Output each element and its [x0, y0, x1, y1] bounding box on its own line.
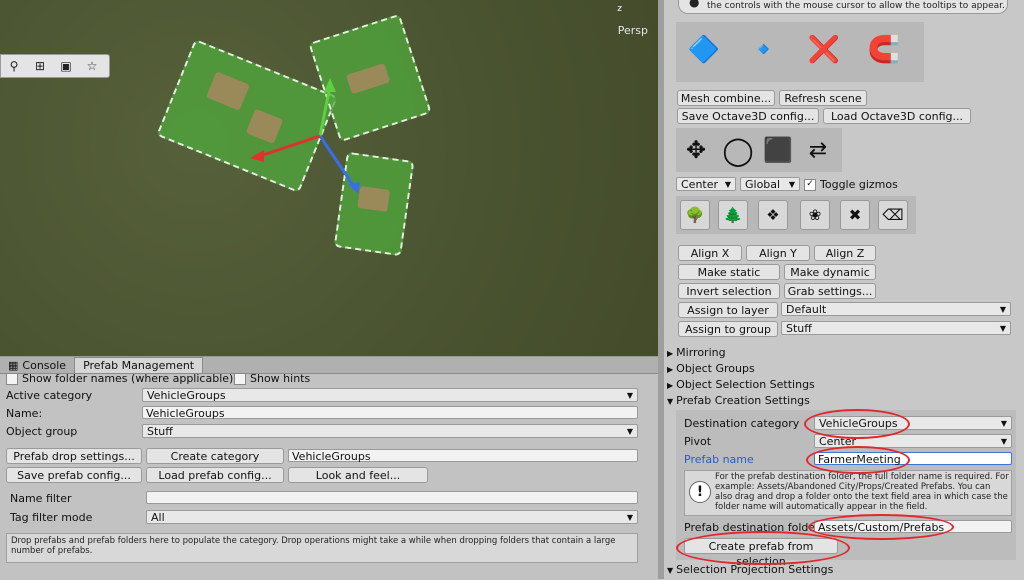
- triangle-right-icon: ▶: [667, 365, 674, 374]
- dropdown-arrow-icon: ▼: [788, 180, 795, 189]
- group-dropdown[interactable]: Stuff ▼: [781, 321, 1011, 335]
- camera-icon[interactable]: ▣: [53, 59, 79, 73]
- active-category-dropdown[interactable]: VehicleGroups ▼: [142, 388, 638, 402]
- invert-selection-button[interactable]: Invert selection: [678, 283, 780, 299]
- destination-category-label: Destination category: [684, 417, 800, 430]
- show-hints-toggle[interactable]: Show hints: [234, 372, 310, 385]
- look-and-feel-button[interactable]: Look and feel...: [288, 467, 428, 483]
- move-icon[interactable]: ✥: [676, 130, 716, 170]
- layer-dropdown[interactable]: Default ▼: [781, 302, 1011, 316]
- pivot-label: Pivot: [684, 435, 712, 448]
- folder-help-box: ! For the prefab destination folder, the…: [684, 470, 1012, 516]
- magnifier-icon[interactable]: ⚲: [1, 59, 27, 73]
- folder-help-text: For the prefab destination folder, the f…: [715, 472, 1009, 512]
- active-category-label: Active category: [6, 389, 93, 402]
- prefab-name-label: Prefab name: [684, 453, 754, 466]
- create-prefab-button[interactable]: Create prefab from selection: [684, 538, 838, 568]
- show-folder-names-toggle[interactable]: Show folder names (where applicable): [6, 372, 233, 385]
- align-z-button[interactable]: Align Z: [814, 245, 876, 261]
- triangle-right-icon: ▶: [667, 349, 674, 358]
- tab-console[interactable]: ▦ Console: [0, 357, 74, 373]
- tree-select-icon[interactable]: 🌲: [718, 200, 748, 230]
- decor-select-icon[interactable]: ❀: [800, 200, 830, 230]
- transform-icon[interactable]: ⇄: [798, 130, 838, 170]
- name-filter-field[interactable]: [146, 491, 638, 504]
- mesh-combine-button[interactable]: Mesh combine...: [677, 90, 775, 106]
- load-octave3d-config-button[interactable]: Load Octave3D config...: [823, 108, 971, 124]
- dropdown-arrow-icon: ▼: [1000, 437, 1007, 446]
- align-y-button[interactable]: Align Y: [746, 245, 810, 261]
- move-gizmo[interactable]: [240, 76, 370, 196]
- triangle-down-icon: ▼: [667, 397, 674, 406]
- destination-category-dropdown[interactable]: VehicleGroups ▼: [814, 416, 1012, 430]
- make-static-button[interactable]: Make static: [678, 264, 780, 280]
- checkbox-checked[interactable]: ✓: [804, 179, 816, 191]
- foldout-mirroring[interactable]: ▶ Mirroring: [667, 346, 726, 359]
- refresh-scene-button[interactable]: Refresh scene: [779, 90, 867, 106]
- decor-erase-icon[interactable]: ✖: [840, 200, 870, 230]
- foldout-selection-projection-settings[interactable]: ▼ Selection Projection Settings: [667, 563, 833, 576]
- toggle-gizmos-toggle[interactable]: ✓ Toggle gizmos: [804, 178, 898, 191]
- grab-settings-button[interactable]: Grab settings...: [784, 283, 876, 299]
- save-octave3d-config-button[interactable]: Save Octave3D config...: [677, 108, 819, 124]
- save-prefab-config-button[interactable]: Save prefab config...: [6, 467, 142, 483]
- dropdown-arrow-icon: ▼: [626, 513, 633, 522]
- triangle-down-icon: ▼: [667, 566, 674, 575]
- dropdown-arrow-icon: ▼: [999, 305, 1006, 314]
- prefab-destination-field[interactable]: Assets/Custom/Prefabs: [814, 520, 1012, 534]
- prefab-destination-label: Prefab destination folder: [684, 521, 820, 534]
- object-erase-icon[interactable]: ❌: [804, 30, 844, 70]
- tooltip-hint: ● the controls with the mouse cursor to …: [678, 0, 1008, 14]
- checkbox[interactable]: [6, 373, 18, 385]
- tag-filter-label: Tag filter mode: [10, 511, 93, 524]
- object-selection-icon[interactable]: 🔹: [744, 30, 784, 70]
- console-icon: ▦: [8, 358, 19, 372]
- eraser-icon[interactable]: ⌫: [878, 200, 908, 230]
- dropdown-arrow-icon: ▼: [1000, 419, 1007, 428]
- scene-toolbar: ⚲ ⊞ ▣ ☆: [0, 54, 110, 78]
- dropdown-arrow-icon: ▼: [626, 427, 633, 436]
- assign-to-group-button[interactable]: Assign to group: [678, 321, 778, 337]
- triangle-right-icon: ▶: [667, 381, 674, 390]
- foldout-object-selection-settings[interactable]: ▶ Object Selection Settings: [667, 378, 815, 391]
- checkbox[interactable]: [234, 373, 246, 385]
- rotate-icon[interactable]: ◯: [718, 130, 758, 170]
- prefab-name-field[interactable]: FarmerMeeting: [814, 452, 1012, 466]
- foldout-prefab-creation-settings[interactable]: ▼ Prefab Creation Settings: [667, 394, 810, 407]
- prefab-drop-settings-button[interactable]: Prefab drop settings...: [6, 448, 142, 464]
- object-placement-icon[interactable]: 🔷: [684, 30, 724, 70]
- info-icon: !: [689, 481, 711, 503]
- star-icon[interactable]: ☆: [79, 59, 105, 73]
- tree-paint-icon[interactable]: 🌳: [680, 200, 710, 230]
- persp-label[interactable]: Persp: [618, 24, 648, 37]
- create-category-field[interactable]: VehicleGroups: [288, 449, 638, 463]
- create-category-button[interactable]: Create category: [146, 448, 284, 464]
- space-mode-dropdown[interactable]: Global ▼: [740, 177, 800, 191]
- object-snapping-icon[interactable]: 🧲: [864, 30, 904, 70]
- scene-view[interactable]: z Persp ⚲ ⊞ ▣ ☆: [0, 0, 658, 356]
- make-dynamic-button[interactable]: Make dynamic: [784, 264, 876, 280]
- dropdown-arrow-icon: ▼: [999, 324, 1006, 333]
- object-group-dropdown[interactable]: Stuff ▼: [142, 424, 638, 438]
- axis-z-label: z: [617, 4, 622, 14]
- decor-paint-icon[interactable]: ❖: [758, 200, 788, 230]
- tag-filter-dropdown[interactable]: All ▼: [146, 510, 638, 524]
- move-camera-icon[interactable]: ⊞: [27, 59, 53, 73]
- object-group-label: Object group: [6, 425, 78, 438]
- dropdown-arrow-icon: ▼: [626, 391, 633, 400]
- name-label: Name:: [6, 407, 43, 420]
- name-filter-label: Name filter: [10, 492, 72, 505]
- scale-icon[interactable]: ⬛: [758, 130, 798, 170]
- foldout-object-groups[interactable]: ▶ Object Groups: [667, 362, 755, 375]
- assign-to-layer-button[interactable]: Assign to layer: [678, 302, 778, 318]
- info-icon: ●: [689, 0, 700, 9]
- pivot-dropdown[interactable]: Center ▼: [814, 434, 1012, 448]
- prefab-drop-area[interactable]: Drop prefabs and prefab folders here to …: [6, 533, 638, 563]
- align-x-button[interactable]: Align X: [678, 245, 742, 261]
- dropdown-arrow-icon: ▼: [724, 180, 731, 189]
- load-prefab-config-button[interactable]: Load prefab config...: [146, 467, 284, 483]
- name-field[interactable]: VehicleGroups: [142, 406, 638, 420]
- tab-prefab-management[interactable]: Prefab Management: [74, 357, 204, 373]
- pivot-mode-dropdown[interactable]: Center ▼: [676, 177, 736, 191]
